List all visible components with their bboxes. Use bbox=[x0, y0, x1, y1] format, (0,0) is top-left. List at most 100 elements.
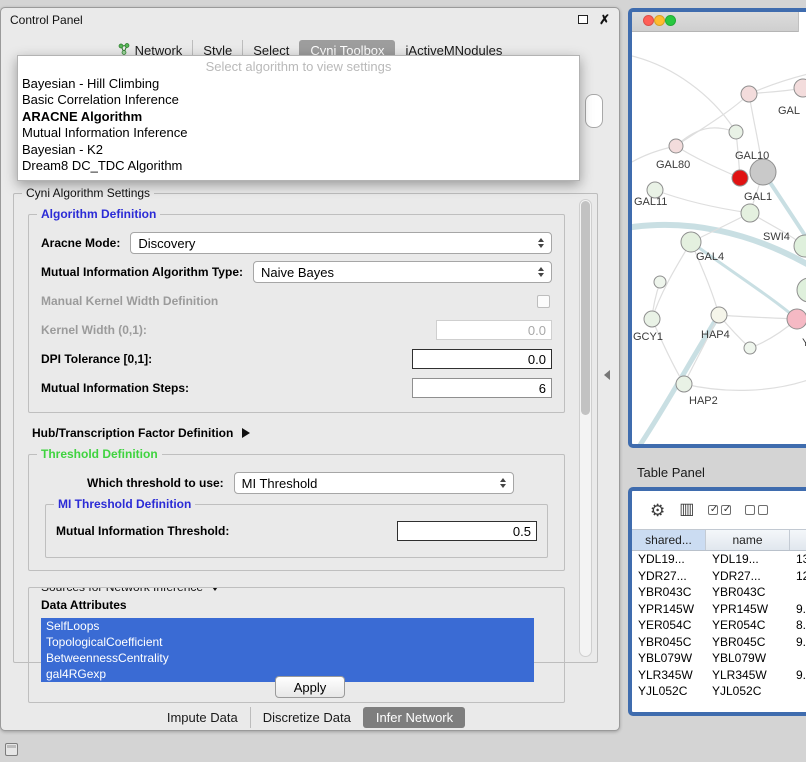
minimize-button[interactable] bbox=[654, 15, 665, 26]
panel-splitter-handle[interactable] bbox=[604, 370, 610, 380]
kernel-width-label: Kernel Width (0,1): bbox=[41, 323, 147, 337]
table-cell: YJL052C bbox=[706, 683, 790, 700]
network-node[interactable] bbox=[729, 125, 743, 139]
table-cell: YBR045C bbox=[632, 634, 706, 651]
apply-button[interactable]: Apply bbox=[275, 676, 345, 698]
settings-scrollbar-thumb[interactable] bbox=[581, 201, 590, 415]
tab-impute-data[interactable]: Impute Data bbox=[155, 707, 250, 728]
aracne-mode-row: Aracne Mode: Discovery bbox=[41, 232, 552, 254]
mi-type-row: Mutual Information Algorithm Type: Naive… bbox=[41, 261, 552, 283]
tab-infer-network[interactable]: Infer Network bbox=[363, 707, 465, 728]
table-cell bbox=[790, 650, 806, 667]
expand-right-icon bbox=[242, 428, 250, 438]
network-edge bbox=[632, 56, 736, 132]
table-cell: 13 bbox=[790, 551, 806, 568]
network-node[interactable] bbox=[676, 376, 692, 392]
network-node-label: GAL1 bbox=[744, 191, 772, 203]
table-row[interactable]: YDL19...YDL19...13 bbox=[632, 551, 806, 568]
table-cell: YBR043C bbox=[632, 584, 706, 601]
algorithm-item-mutual-information-inference[interactable]: Mutual Information Inference bbox=[18, 125, 579, 142]
mi-threshold-definition-group: MI Threshold Definition Mutual Informati… bbox=[45, 504, 548, 558]
table-cell bbox=[790, 584, 806, 601]
network-node[interactable] bbox=[711, 307, 727, 323]
table-cell: YER054C bbox=[706, 617, 790, 634]
mi-steps-input[interactable] bbox=[412, 378, 552, 398]
column-header-name[interactable]: name bbox=[706, 530, 790, 550]
table-row[interactable]: YBR045CYBR045C9. bbox=[632, 634, 806, 651]
which-threshold-select[interactable]: MI Threshold bbox=[234, 472, 514, 494]
mi-algorithm-type-select[interactable]: Naive Bayes bbox=[253, 261, 552, 283]
table-header: shared... name bbox=[632, 529, 806, 551]
table-cell: 9. bbox=[790, 634, 806, 651]
select-all-icon[interactable] bbox=[708, 505, 731, 515]
zoom-button[interactable] bbox=[665, 15, 676, 26]
network-node[interactable] bbox=[794, 79, 806, 97]
table-cell: YDR27... bbox=[706, 568, 790, 585]
network-node[interactable] bbox=[744, 342, 756, 354]
aracne-mode-select[interactable]: Discovery bbox=[130, 232, 552, 254]
network-node-label: HAP2 bbox=[689, 395, 718, 407]
network-node[interactable] bbox=[654, 276, 666, 288]
manual-kernel-checkbox[interactable] bbox=[537, 295, 550, 308]
table-cell: 9. bbox=[790, 667, 806, 684]
network-window-titlebar[interactable] bbox=[632, 12, 806, 32]
data-attributes-label: Data Attributes bbox=[41, 598, 552, 612]
table-row[interactable]: YLR345WYLR345W9. bbox=[632, 667, 806, 684]
minimized-panel-icon[interactable] bbox=[5, 743, 18, 756]
algorithm-combo-fragment bbox=[585, 94, 603, 128]
column-header-shared[interactable]: shared... bbox=[632, 530, 706, 550]
table-row[interactable]: YPR145WYPR145W9. bbox=[632, 601, 806, 618]
settings-scrollbar[interactable] bbox=[579, 199, 592, 657]
network-node[interactable] bbox=[750, 159, 776, 185]
close-panel-icon[interactable]: ✗ bbox=[599, 13, 610, 26]
network-node[interactable] bbox=[794, 235, 806, 257]
which-threshold-row: Which threshold to use: MI Threshold bbox=[41, 472, 552, 494]
deselect-all-icon[interactable] bbox=[745, 505, 768, 515]
float-window-icon[interactable] bbox=[578, 15, 588, 24]
table-row[interactable]: YDR27...YDR27...12 bbox=[632, 568, 806, 585]
network-node-label: GAL11 bbox=[634, 196, 667, 208]
tab-discretize-data[interactable]: Discretize Data bbox=[250, 707, 363, 728]
network-node[interactable] bbox=[644, 311, 660, 327]
manual-kernel-label: Manual Kernel Width Definition bbox=[41, 294, 218, 308]
table-row[interactable]: YBR043CYBR043C bbox=[632, 584, 806, 601]
network-node[interactable] bbox=[669, 139, 683, 153]
network-node-label: Y bbox=[802, 337, 806, 349]
network-node[interactable] bbox=[787, 309, 806, 329]
table-cell: YBR043C bbox=[706, 584, 790, 601]
column-header-extra[interactable] bbox=[790, 530, 806, 550]
mi-threshold-label: Mutual Information Threshold: bbox=[56, 524, 229, 538]
network-node[interactable] bbox=[741, 204, 759, 222]
sources-title[interactable]: Sources for Network Inference bbox=[37, 587, 224, 594]
table-row[interactable]: YJL052CYJL052C bbox=[632, 683, 806, 700]
network-node[interactable] bbox=[681, 232, 701, 252]
algorithm-item-basic-correlation-inference[interactable]: Basic Correlation Inference bbox=[18, 92, 579, 109]
table-toolbar: ⚙ ▥ bbox=[632, 491, 806, 529]
table-row[interactable]: YER054CYER054C8. bbox=[632, 617, 806, 634]
algorithm-item-bayesian-hill-climbing[interactable]: Bayesian - Hill Climbing bbox=[18, 76, 579, 93]
table-row[interactable]: YBL079WYBL079W bbox=[632, 650, 806, 667]
network-node[interactable] bbox=[741, 86, 757, 102]
mi-threshold-row: Mutual Information Threshold: bbox=[56, 520, 537, 542]
network-node[interactable] bbox=[797, 278, 806, 302]
table-cell bbox=[790, 683, 806, 700]
close-button[interactable] bbox=[643, 15, 654, 26]
settings-gear-icon[interactable]: ⚙ bbox=[650, 502, 665, 519]
attribute-item-topologicalcoefficient[interactable]: TopologicalCoefficient bbox=[41, 634, 534, 650]
attribute-item-betweennesscentrality[interactable]: BetweennessCentrality bbox=[41, 650, 534, 666]
column-config-icon[interactable]: ▥ bbox=[679, 502, 694, 518]
algorithm-item-dream8-dc-tdc-algorithm[interactable]: Dream8 DC_TDC Algorithm bbox=[18, 158, 579, 175]
dpi-tolerance-input[interactable] bbox=[412, 349, 552, 369]
control-panel-window: Control Panel ✗ NetworkStyleSelectCyni T… bbox=[0, 7, 620, 731]
mi-threshold-input[interactable] bbox=[397, 521, 537, 541]
algorithm-item-bayesian-k2[interactable]: Bayesian - K2 bbox=[18, 142, 579, 159]
network-node[interactable] bbox=[732, 170, 748, 186]
network-canvas[interactable]: GALGAL80GAL10GAL11GAL1SWI4GAL4GCY1HAP4HA… bbox=[632, 32, 806, 444]
table-cell: YBR045C bbox=[706, 634, 790, 651]
hub-definition-toggle[interactable]: Hub/Transcription Factor Definition bbox=[32, 426, 565, 440]
attribute-item-selfloops[interactable]: SelfLoops bbox=[41, 618, 534, 634]
algorithm-item-aracne-algorithm[interactable]: ARACNE Algorithm bbox=[18, 109, 579, 126]
bottom-tabs: Impute DataDiscretize DataInfer Network bbox=[1, 707, 619, 728]
table-panel-window: ⚙ ▥ shared... name YDL19...YDL19...13YDR… bbox=[628, 487, 806, 716]
network-node-label: HAP4 bbox=[701, 329, 730, 341]
